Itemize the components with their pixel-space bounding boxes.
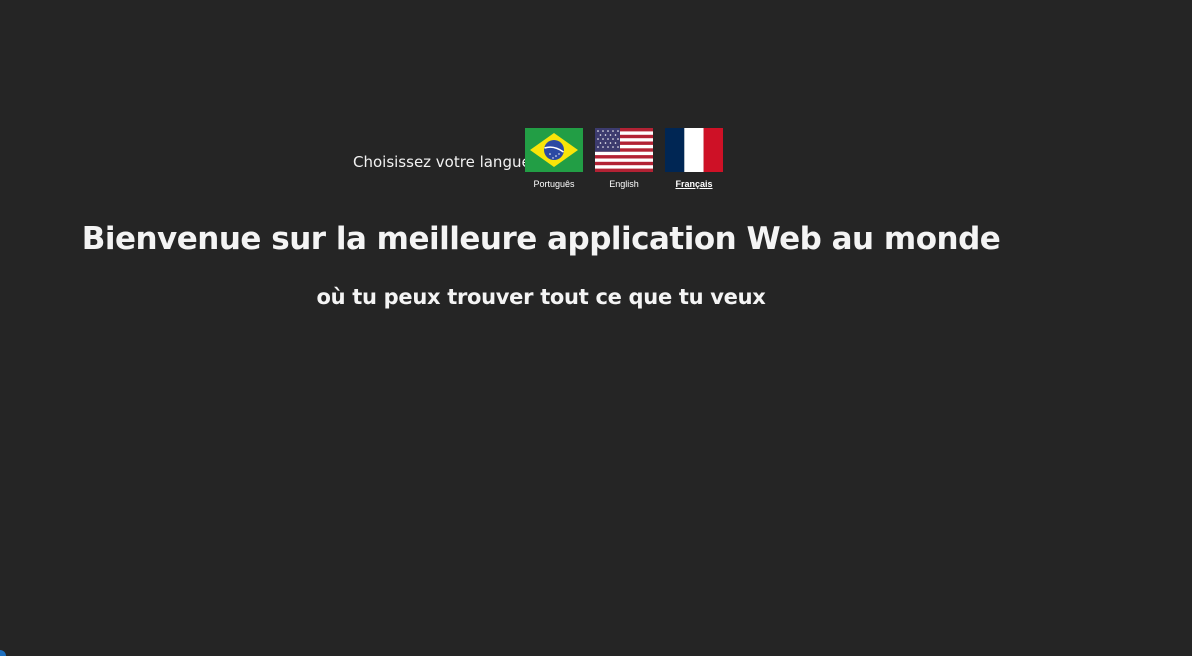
- language-label-french[interactable]: Français: [665, 179, 723, 189]
- language-label-english[interactable]: English: [595, 179, 653, 189]
- france-flag-icon: [665, 128, 723, 172]
- language-prompt: Choisissez votre langue: [353, 153, 531, 171]
- brazil-flag-icon: [525, 128, 583, 172]
- language-option-portuguese[interactable]: Português: [525, 128, 583, 189]
- page-title: Bienvenue sur la meilleure application W…: [81, 221, 1001, 257]
- page: Choisissez votre langue Português Englis…: [0, 0, 1192, 656]
- language-label-portuguese[interactable]: Português: [525, 179, 583, 189]
- corner-accent: [0, 650, 6, 656]
- usa-flag-icon: [595, 128, 653, 172]
- language-option-french[interactable]: Français: [665, 128, 723, 189]
- page-subtitle: où tu peux trouver tout ce que tu veux: [316, 285, 766, 309]
- language-option-english[interactable]: English: [595, 128, 653, 189]
